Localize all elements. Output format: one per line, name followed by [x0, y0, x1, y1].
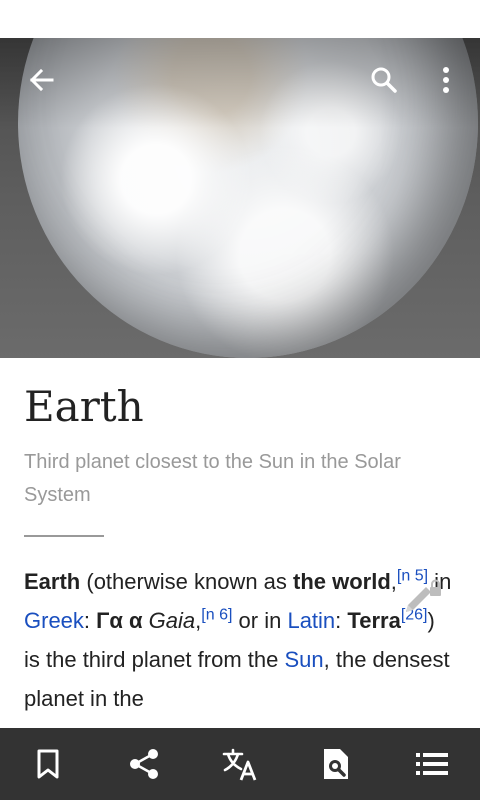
bold-the-world: the world	[293, 569, 391, 594]
search-button[interactable]	[364, 60, 404, 100]
greek-word: Γα α	[96, 608, 143, 633]
find-in-page-button[interactable]	[314, 742, 358, 786]
text-run: :	[83, 608, 97, 633]
lead-image-shade	[0, 38, 480, 128]
share-button[interactable]	[122, 742, 166, 786]
table-of-contents-button[interactable]	[410, 742, 454, 786]
more-options-button[interactable]	[426, 60, 466, 100]
back-arrow-icon	[29, 68, 54, 92]
status-bar	[0, 0, 480, 38]
article-header: Earth Third planet closest to the Sun in…	[24, 358, 456, 537]
translate-icon	[222, 748, 257, 781]
search-icon	[371, 67, 397, 93]
share-icon	[130, 749, 158, 779]
italic-gaia: Gaia	[148, 608, 196, 633]
bold-terra: Terra	[347, 608, 401, 633]
edit-locked-button[interactable]	[400, 578, 446, 620]
link-sun[interactable]: Sun	[284, 647, 323, 672]
text-run: :	[335, 608, 348, 633]
bookmark-icon	[37, 749, 59, 779]
header-divider	[24, 535, 104, 537]
save-page-button[interactable]	[26, 742, 70, 786]
article-paragraph: Earth (otherwise known as the world,[n 5…	[24, 562, 454, 718]
back-button[interactable]	[22, 60, 62, 100]
reference-n6[interactable]: [n 6]	[201, 607, 232, 624]
text-run: (otherwise known as	[80, 569, 294, 594]
page-title: Earth	[24, 382, 144, 431]
text-run: or in	[232, 608, 288, 633]
bottom-toolbar	[0, 728, 480, 800]
bold-earth: Earth	[24, 569, 81, 594]
contents-icon	[416, 753, 448, 775]
page-description: Third planet closest to the Sun in the S…	[24, 451, 401, 506]
link-greek[interactable]: Greek	[24, 608, 84, 633]
lead-image[interactable]	[0, 38, 480, 358]
link-latin[interactable]: Latin	[287, 608, 335, 633]
read-in-other-languages-button[interactable]	[218, 742, 262, 786]
find-in-page-icon	[324, 749, 348, 779]
more-vert-icon	[443, 67, 449, 93]
edit-locked-icon	[406, 579, 441, 612]
